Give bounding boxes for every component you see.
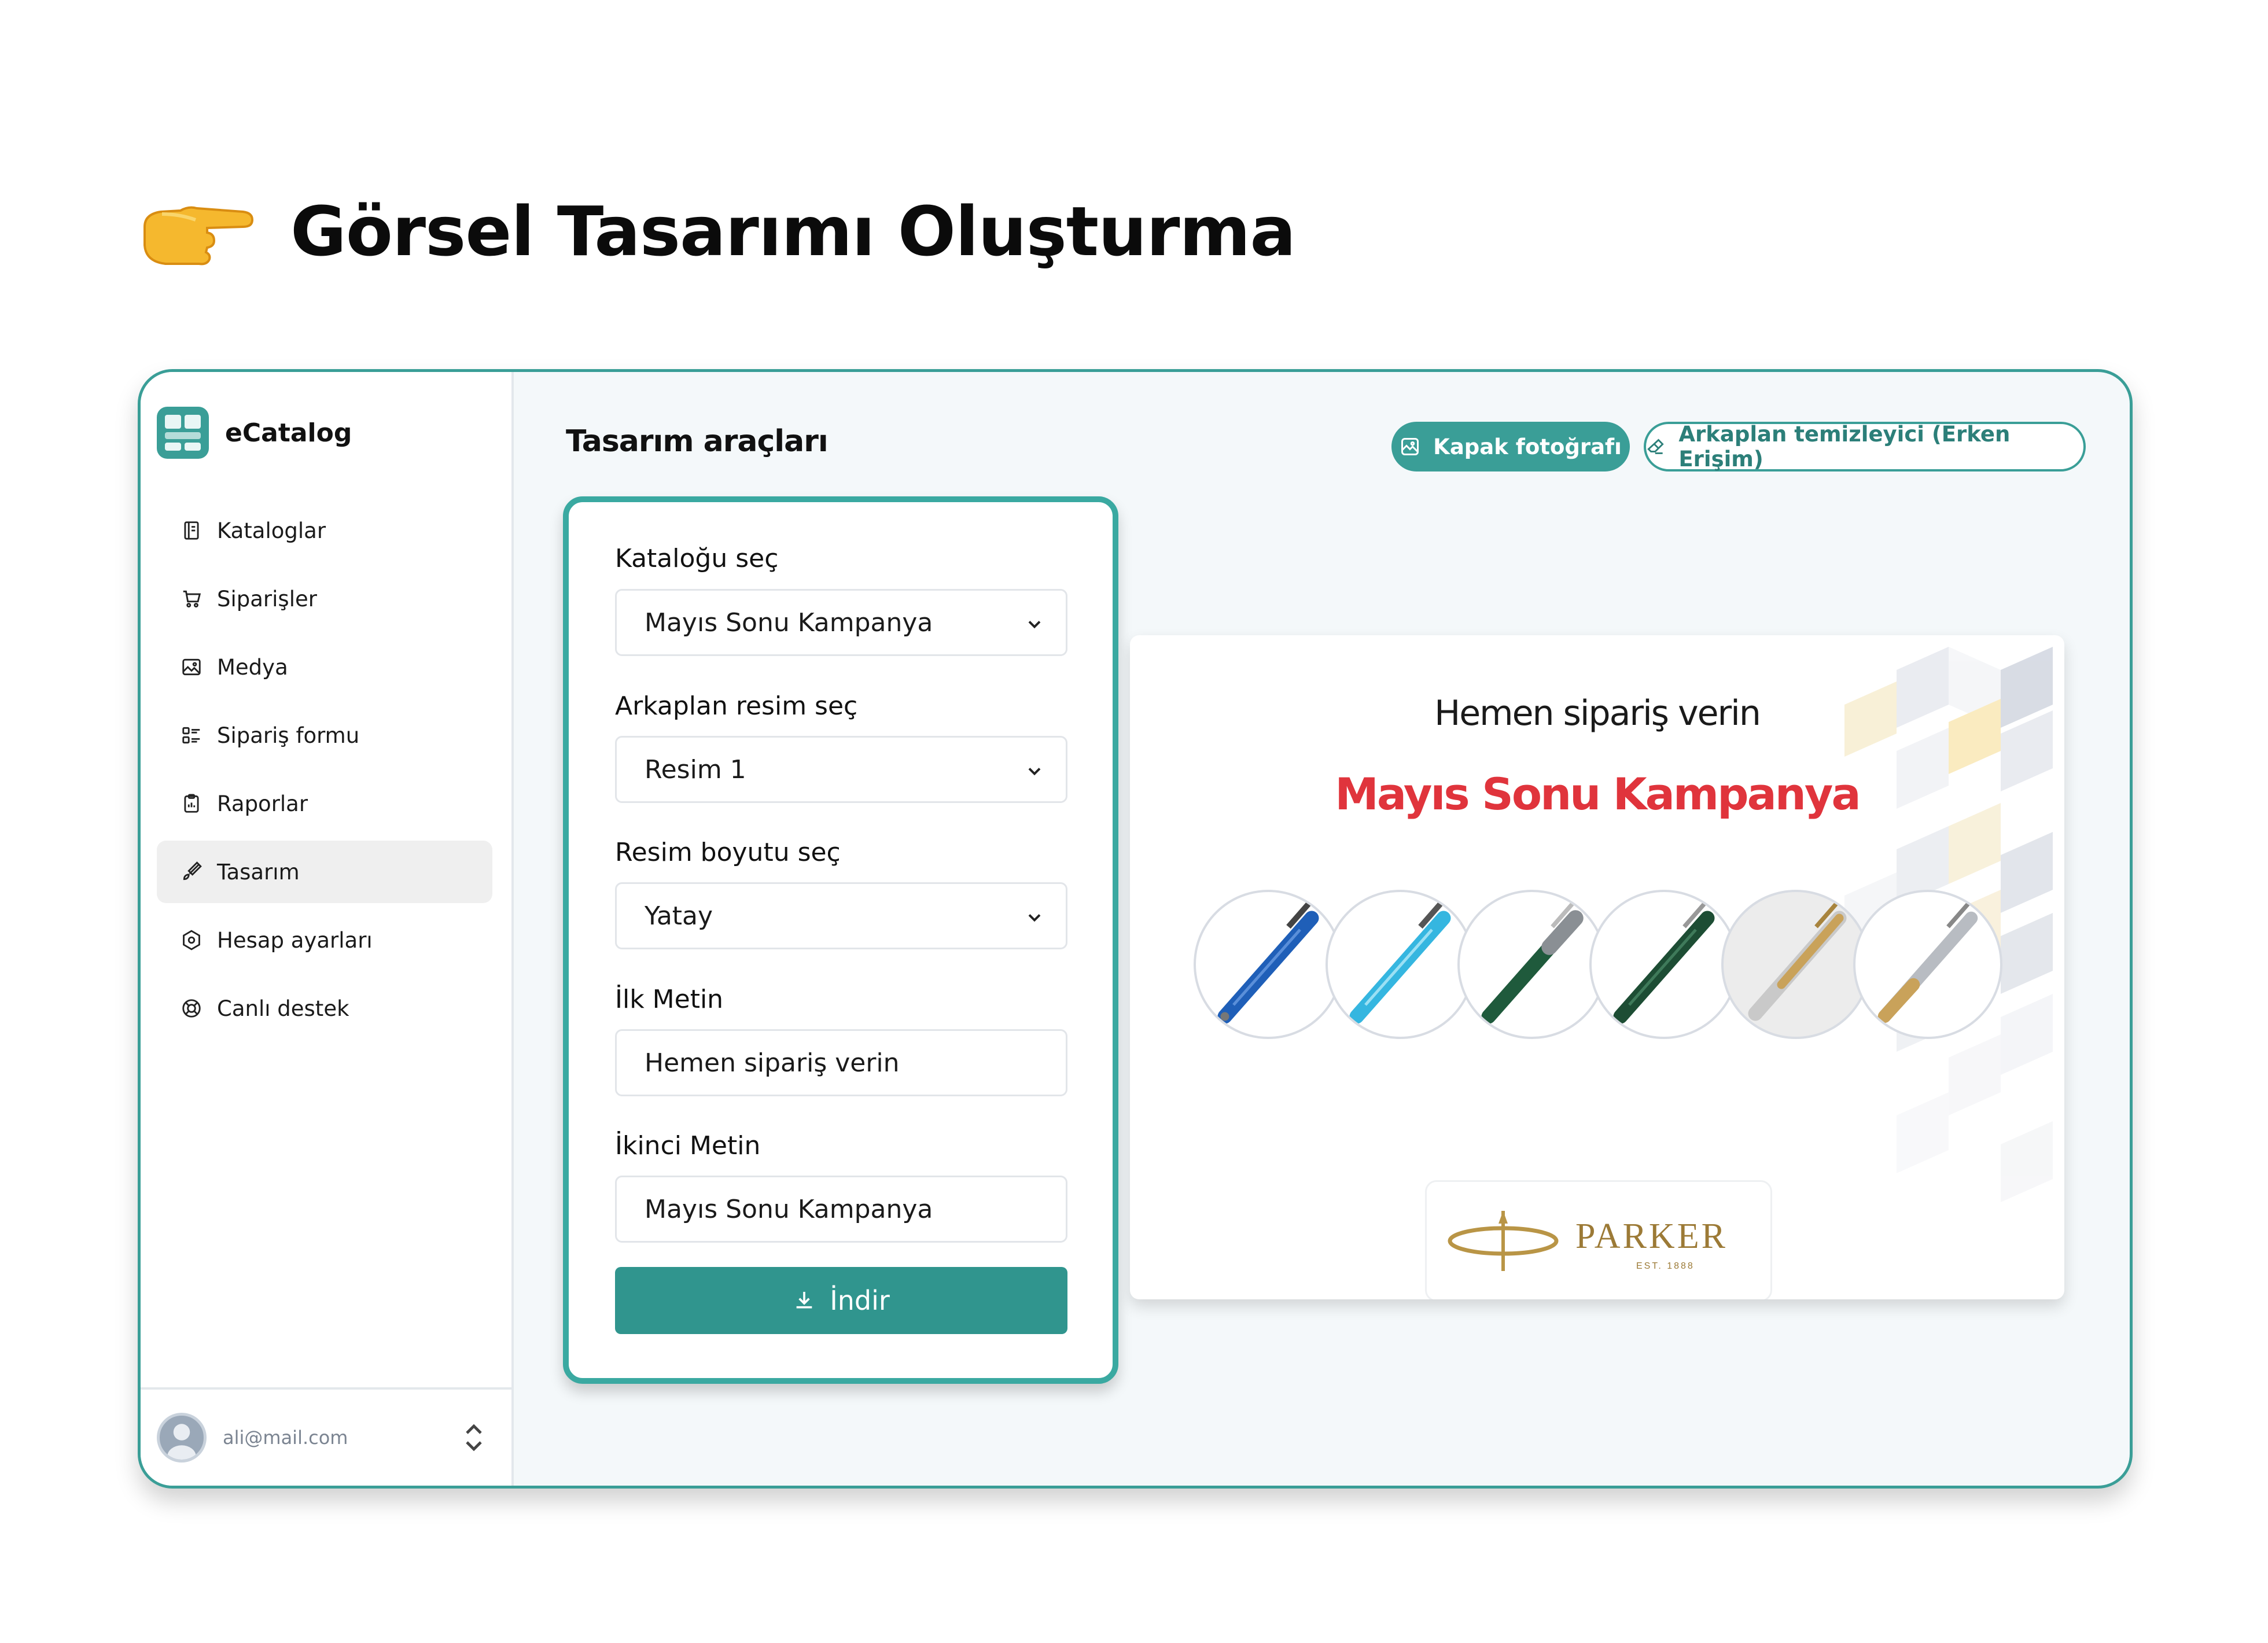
sidebar: eCatalog Kataloglar Siparişler Medya Sip… <box>141 372 514 1486</box>
background-label: Arkaplan resim seç <box>615 691 858 721</box>
sidebar-item-label: Canlı destek <box>217 996 349 1021</box>
product-image <box>1721 890 1871 1039</box>
lifebuoy-icon <box>180 997 203 1020</box>
design-form-card: Kataloğu seç Mayıs Sonu Kampanya Arkapla… <box>563 496 1118 1384</box>
sidebar-item-label: Medya <box>217 654 288 680</box>
preview-first-text: Hemen sipariş verin <box>1434 693 1761 734</box>
background-select-value: Resim 1 <box>645 754 746 784</box>
sidebar-item-medya[interactable]: Medya <box>157 636 492 698</box>
eraser-icon <box>1647 439 1664 454</box>
sidebar-item-label: Tasarım <box>217 859 300 885</box>
first-text-label: İlk Metin <box>615 985 724 1014</box>
catalog-select-value: Mayıs Sonu Kampanya <box>645 607 933 638</box>
sidebar-item-label: Sipariş formu <box>217 723 360 748</box>
product-image <box>1194 890 1343 1039</box>
cover-photo-button[interactable]: Kapak fotoğrafı <box>1391 422 1630 471</box>
sidebar-item-label: Siparişler <box>217 586 317 611</box>
chevron-down-icon <box>1028 768 1041 776</box>
app-name: eCatalog <box>225 418 352 448</box>
first-text-input[interactable]: Hemen sipariş verin <box>615 1029 1067 1096</box>
second-text-value: Mayıs Sonu Kampanya <box>645 1194 933 1224</box>
download-icon <box>796 1292 812 1309</box>
sidebar-item-label: Hesap ayarları <box>217 927 373 953</box>
brand-name: PARKER <box>1575 1217 1728 1256</box>
download-button[interactable]: İndir <box>615 1267 1067 1334</box>
product-images <box>1194 890 2004 1040</box>
second-text-label: İkinci Metin <box>615 1131 761 1161</box>
sidebar-item-kataloglar[interactable]: Kataloglar <box>157 499 492 562</box>
brand[interactable]: eCatalog <box>157 407 352 459</box>
catalog-label: Kataloğu seç <box>615 544 779 573</box>
brand-logo: PARKER EST. 1888 <box>1425 1180 1772 1299</box>
sidebar-item-label: Kataloglar <box>217 518 326 543</box>
page-heading: Görsel Tasarımı Oluşturma <box>139 185 1296 278</box>
catalog-select[interactable]: Mayıs Sonu Kampanya <box>615 589 1067 656</box>
app-logo-icon <box>157 407 209 459</box>
settings-hex-icon <box>180 929 203 952</box>
cart-icon <box>180 587 203 610</box>
chevron-down-icon <box>1028 621 1041 629</box>
clipboard-icon <box>180 792 203 815</box>
parker-logo: PARKER EST. 1888 <box>1448 1211 1728 1271</box>
design-preview: Hemen sipariş verin Mayıs Sonu Kampanya <box>1130 635 2064 1299</box>
sidebar-item-raporlar[interactable]: Raporlar <box>157 772 492 835</box>
book-icon <box>180 519 203 542</box>
first-text-value: Hemen sipariş verin <box>645 1048 900 1078</box>
product-image <box>1457 890 1607 1039</box>
sidebar-item-siparisler[interactable]: Siparişler <box>157 568 492 630</box>
size-label: Resim boyutu seç <box>615 838 841 867</box>
preview-second-text: Mayıs Sonu Kampanya <box>1335 768 1861 820</box>
chevron-up-down-icon[interactable] <box>462 1420 485 1455</box>
background-remover-label: Arkaplan temizleyici (Erken Erişim) <box>1678 422 2011 471</box>
sidebar-nav: Kataloglar Siparişler Medya Sipariş form… <box>157 499 492 1045</box>
user-menu[interactable]: ali@mail.com <box>141 1387 511 1486</box>
sidebar-item-label: Raporlar <box>217 791 308 816</box>
page-title: Görsel Tasarımı Oluşturma <box>290 191 1296 271</box>
image-icon <box>1401 438 1419 455</box>
avatar <box>157 1413 207 1463</box>
brush-icon <box>180 860 203 883</box>
main-title: Tasarım araçları <box>566 424 829 459</box>
product-image <box>1853 890 2002 1039</box>
sidebar-item-canli-destek[interactable]: Canlı destek <box>157 977 492 1040</box>
second-text-input[interactable]: Mayıs Sonu Kampanya <box>615 1176 1067 1243</box>
size-select[interactable]: Yatay <box>615 882 1067 949</box>
product-image <box>1326 890 1475 1039</box>
image-icon <box>180 655 203 679</box>
user-email: ali@mail.com <box>223 1427 348 1449</box>
size-select-value: Yatay <box>645 901 713 931</box>
chevron-down-icon <box>1028 914 1041 922</box>
brand-subtitle: EST. 1888 <box>1636 1261 1695 1271</box>
product-image <box>1589 890 1739 1039</box>
background-remover-button[interactable]: Arkaplan temizleyici (Erken Erişim) <box>1644 422 2086 471</box>
download-label: İndir <box>830 1285 890 1316</box>
pointing-hand-icon <box>143 206 254 266</box>
cover-photo-label: Kapak fotoğrafı <box>1433 434 1622 459</box>
sidebar-item-tasarim[interactable]: Tasarım <box>157 841 492 903</box>
app-window: eCatalog Kataloglar Siparişler Medya Sip… <box>138 369 2133 1489</box>
sidebar-item-siparis-formu[interactable]: Sipariş formu <box>157 704 492 767</box>
sidebar-item-hesap-ayarlari[interactable]: Hesap ayarları <box>157 909 492 971</box>
background-select[interactable]: Resim 1 <box>615 736 1067 803</box>
form-list-icon <box>180 724 203 747</box>
